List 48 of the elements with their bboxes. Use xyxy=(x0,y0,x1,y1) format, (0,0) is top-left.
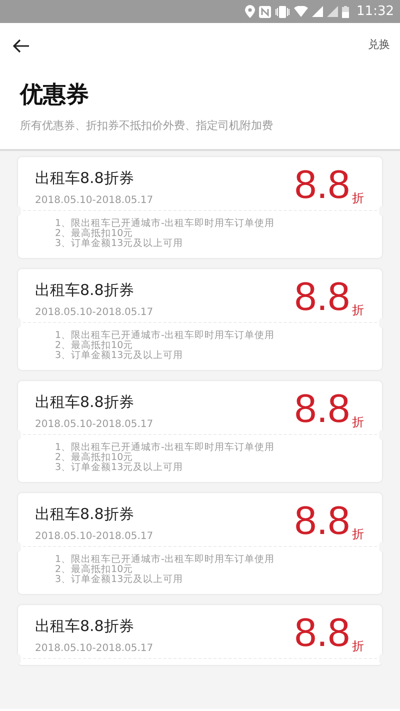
coupon-card[interactable]: 出租车8.8折券 2018.05.10-2018.05.17 8.8 折 1、限出租车已开通城市-出租车即时用车订单使用 2、最高抵扣10元 3、订单金额13元及以上可用 xyxy=(18,493,382,594)
discount-unit: 折 xyxy=(352,526,364,544)
coupon-rule: 3、订单金额13元及以上可用 xyxy=(55,239,184,250)
coupon-card[interactable]: 出租车8.8折券 2018.05.10-2018.05.17 8.8 折 1、限出租车已开通城市-出租车即时用车订单使用 2、最高抵扣10元 3、订单金额13元及以上可用 xyxy=(18,269,382,370)
signal-icon xyxy=(312,6,323,17)
coupon-rule: 1、限出租车已开通城市-出租车即时用车订单使用 xyxy=(55,219,276,230)
vibrate-icon xyxy=(274,6,290,18)
location-icon xyxy=(244,5,255,18)
coupon-card[interactable]: 出租车8.8折券 2018.05.10-2018.05.17 8.8 折 1、限出租车已开通城市-出租车即时用车订单使用 2、最高抵扣10元 3、订单金额13元及以上可用 xyxy=(18,381,382,482)
coupon-rule: 3、订单金额13元及以上可用 xyxy=(55,575,184,586)
discount-value: 8.8 xyxy=(294,277,350,322)
coupon-date: 2018.05.10-2018.05.17 xyxy=(35,530,154,544)
coupon-rule: 1、限出租车已开通城市-出租车即时用车订单使用 xyxy=(55,555,276,566)
page-title: 优惠券 xyxy=(20,82,90,110)
page-subtitle: 所有优惠券、折扣券不抵扣价外费、指定司机附加费 xyxy=(20,118,274,134)
coupon-title: 出租车8.8折券 xyxy=(35,280,135,302)
coupon-title: 出租车8.8折券 xyxy=(35,616,135,638)
coupon-date: 2018.05.10-2018.05.17 xyxy=(35,418,154,432)
nfc-icon xyxy=(258,6,271,18)
coupon-date: 2018.05.10-2018.05.17 xyxy=(35,194,154,208)
discount-value: 8.8 xyxy=(294,389,350,434)
coupon-date: 2018.05.10-2018.05.17 xyxy=(35,306,154,320)
coupon-rule: 3、订单金额13元及以上可用 xyxy=(55,463,184,474)
exchange-button[interactable]: 兑换 xyxy=(368,37,390,54)
coupon-rule: 2、最高抵扣10元 xyxy=(55,565,134,576)
discount-value: 8.8 xyxy=(294,165,350,210)
discount-value: 8.8 xyxy=(294,613,350,658)
discount-unit: 折 xyxy=(352,190,364,208)
coupon-rule: 1、限出租车已开通城市-出租车即时用车订单使用 xyxy=(55,331,276,342)
wifi-icon xyxy=(294,6,308,17)
signal-icon xyxy=(326,6,338,17)
coupon-card[interactable]: 出租车8.8折券 2018.05.10-2018.05.17 8.8 折 1、限出租车已开通城市-出租车即时用车订单使用 2、最高抵扣10元 3、订单金额13元及以上可用 xyxy=(18,157,382,258)
coupon-title: 出租车8.8折券 xyxy=(35,504,135,526)
coupon-title: 出租车8.8折券 xyxy=(35,168,135,190)
discount-unit: 折 xyxy=(352,414,364,432)
coupon-rule: 1、限出租车已开通城市-出租车即时用车订单使用 xyxy=(55,443,276,454)
coupon-rule: 3、订单金额13元及以上可用 xyxy=(55,351,184,362)
discount-unit: 折 xyxy=(352,638,364,656)
battery-icon xyxy=(342,6,349,18)
coupon-date: 2018.05.10-2018.05.17 xyxy=(35,642,154,656)
coupon-title: 出租车8.8折券 xyxy=(35,392,135,414)
coupon-rule: 2、最高抵扣10元 xyxy=(55,453,134,464)
discount-value: 8.8 xyxy=(294,501,350,546)
coupon-rule: 2、最高抵扣10元 xyxy=(55,341,134,352)
clock: 11:32 xyxy=(356,2,394,21)
coupon-card[interactable]: 出租车8.8折券 2018.05.10-2018.05.17 8.8 折 xyxy=(18,605,382,666)
coupon-rule: 2、最高抵扣10元 xyxy=(55,229,134,240)
discount-unit: 折 xyxy=(352,302,364,320)
